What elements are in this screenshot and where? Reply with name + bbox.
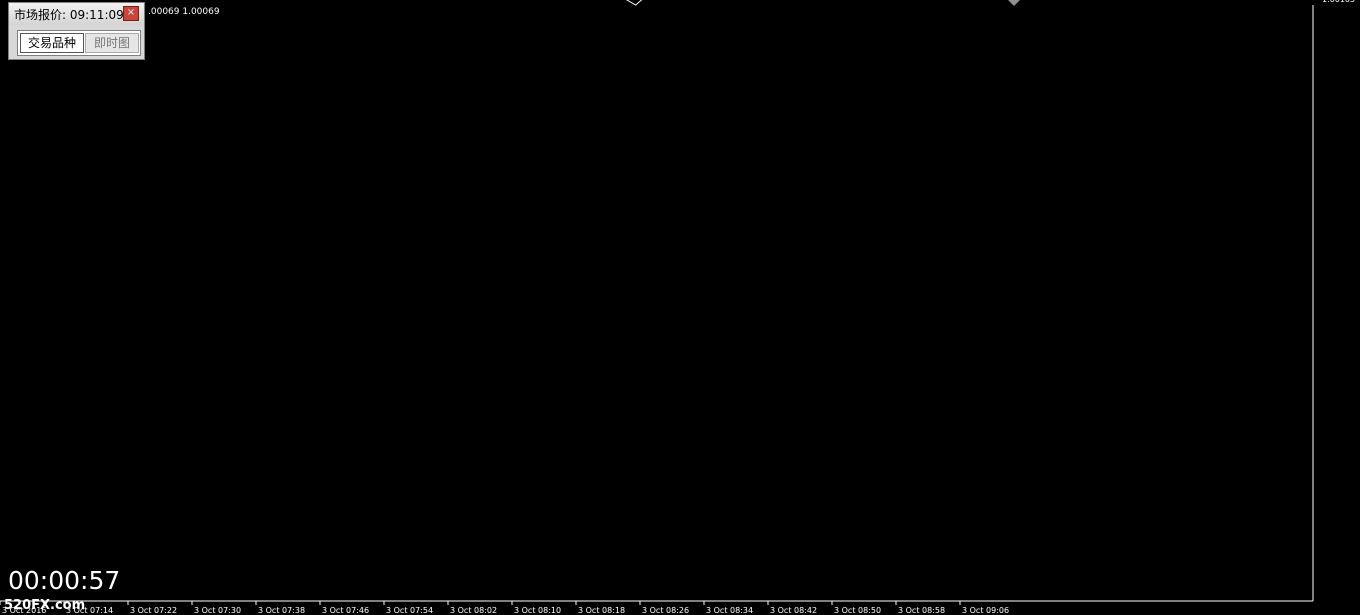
tab-symbols[interactable]: 交易品种 (20, 33, 84, 53)
x-tick-label: 3 Oct 07:30 (194, 606, 241, 615)
price-chart[interactable]: 221111211211333113111121231221 1.001051.… (0, 0, 1360, 615)
chart-background (0, 0, 1360, 615)
x-tick-label: 3 Oct 08:34 (706, 606, 753, 615)
x-tick-label: 3 Oct 08:42 (770, 606, 817, 615)
x-tick-label: 3 Oct 08:10 (514, 606, 561, 615)
x-tick-label: 3 Oct 08:50 (834, 606, 881, 615)
market-watch-title-bar[interactable]: 市场报价: 09:11:09 × (9, 3, 144, 25)
x-tick-label: 3 Oct 07:22 (130, 606, 177, 615)
market-watch-tabs: 交易品种 即时图 (17, 30, 141, 56)
close-button[interactable]: × (123, 6, 139, 21)
x-tick-label: 3 Oct 07:54 (386, 606, 433, 615)
chart-header-text: .00069 1.00069 (148, 7, 220, 17)
y-tick-label: 1.00105 (1322, 0, 1355, 4)
market-watch-title: 市场报价: 09:11:09 (14, 8, 124, 22)
x-tick-label: 3 Oct 07:46 (322, 606, 369, 615)
x-tick-label: 3 Oct 09:06 (962, 606, 1009, 615)
watermark-logo: 520FX.com (4, 598, 86, 613)
x-tick-label: 3 Oct 08:26 (642, 606, 689, 615)
market-watch-panel[interactable]: 市场报价: 09:11:09 × 交易品种 即时图 (8, 2, 145, 60)
close-icon: × (126, 7, 136, 18)
tab-tick-chart[interactable]: 即时图 (85, 33, 139, 53)
x-tick-label: 3 Oct 08:58 (898, 606, 945, 615)
x-tick-label: 3 Oct 07:38 (258, 606, 305, 615)
x-tick-label: 3 Oct 08:18 (578, 606, 625, 615)
x-tick-label: 3 Oct 08:02 (450, 606, 497, 615)
countdown-timer: 00:00:57 (8, 566, 121, 595)
